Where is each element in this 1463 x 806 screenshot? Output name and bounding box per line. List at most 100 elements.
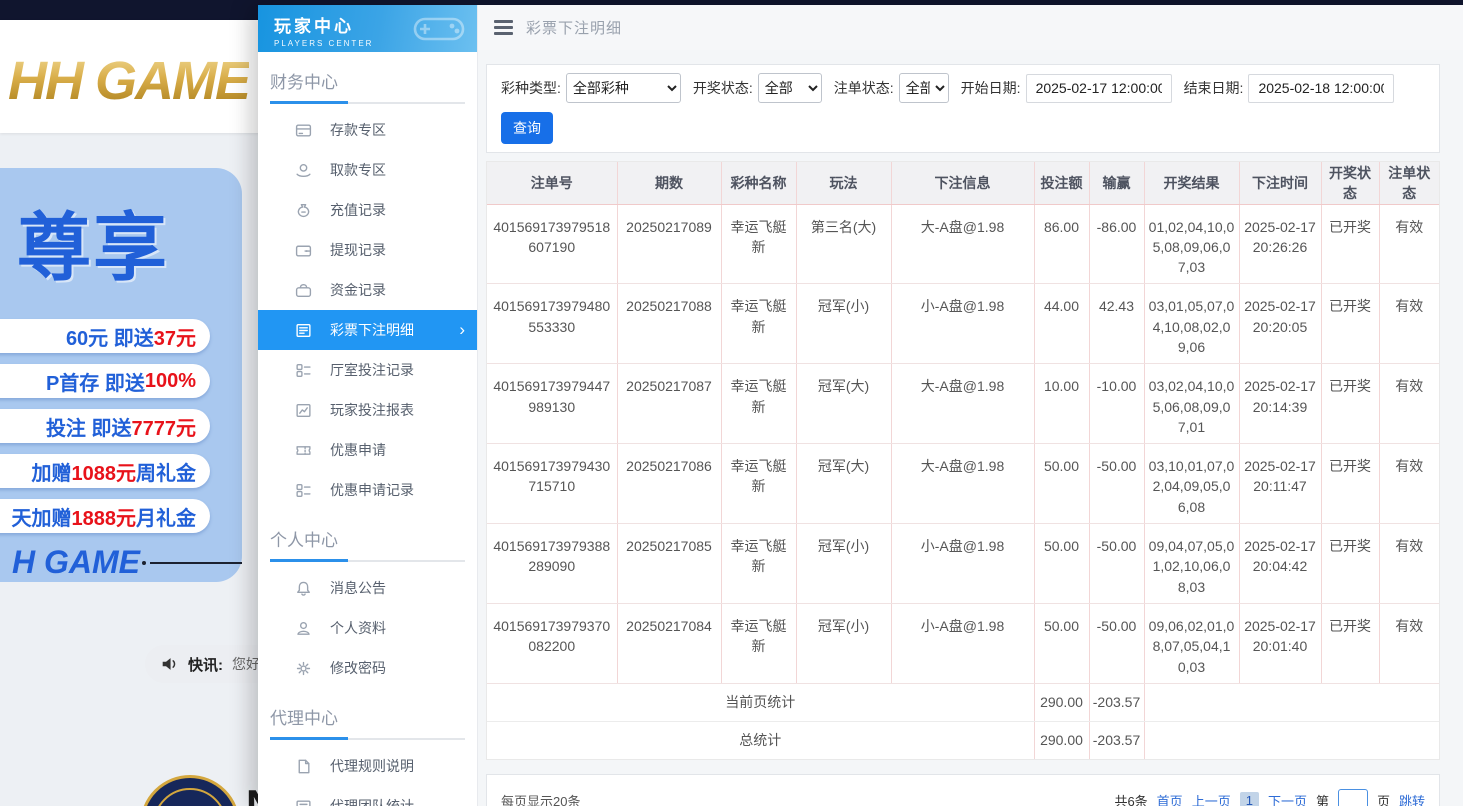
sidebar-item-messages[interactable]: 消息公告 [258,568,477,608]
table-cell: 有效 [1379,284,1439,364]
table-cell: 42.43 [1089,284,1144,364]
sidebar-item-player-bet-report[interactable]: 玩家投注报表 [258,390,477,430]
promo-pill-segment: 1888元 [72,502,137,531]
query-button[interactable]: 查询 [501,112,553,144]
page-size-text: 每页显示20条 [501,791,580,806]
site-badge-logo: ⚜ [140,775,240,806]
summary-row: 当前页统计290.00-203.57 [487,683,1439,721]
sidebar-item-label: 代理规则说明 [330,756,414,776]
table-cell: 401569173979430715710 [487,444,617,524]
section-underline [270,738,465,740]
gear-icon [295,660,312,677]
prev-page-link[interactable]: 上一页 [1192,791,1231,806]
sidebar-item-hall-bet-record[interactable]: 厅室投注记录 [258,350,477,390]
sidebar: 玩家中心 PLAYERS CENTER 财务中心存款专区取款专区充值记录提现记录… [258,5,478,806]
summary-empty-cell [1144,683,1439,721]
table-cell: 大-A盘@1.98 [891,364,1034,444]
pagination-bar: 每页显示20条 共6条 首页 上一页 1 下一页 第 页 跳转 [486,774,1440,806]
table-cell: 小-A盘@1.98 [891,524,1034,604]
column-header: 期数 [617,162,721,204]
sidebar-item-label: 资金记录 [330,280,386,300]
promo-pill-segment: 37元 [154,322,196,351]
table-cell: 401569173979447989130 [487,364,617,444]
sidebar-item-withdraw-zone[interactable]: 取款专区 [258,150,477,190]
table-cell: -50.00 [1089,444,1144,524]
table-row: 40156917397943071571020250217086幸运飞艇新冠军(… [487,444,1439,524]
sidebar-item-promo-apply[interactable]: 优惠申请 [258,430,477,470]
first-page-link[interactable]: 首页 [1157,791,1183,806]
promo-pill-segment: 1088元 [72,457,137,486]
promo-pill-segment: 7777元 [132,412,197,441]
lottery-type-select[interactable]: 全部彩种 [566,73,681,103]
column-header: 下注时间 [1239,162,1321,204]
jump-button[interactable]: 跳转 [1399,791,1425,806]
sidebar-item-label: 修改密码 [330,658,386,678]
sidebar-item-label: 个人资料 [330,618,386,638]
summary-empty-cell [1144,721,1439,759]
sidebar-item-lottery-bet-detail[interactable]: 彩票下注明细 › [258,310,477,350]
sidebar-item-agent-rules[interactable]: 代理规则说明 [258,746,477,786]
promo-footer-line [150,562,242,564]
column-header: 玩法 [796,162,891,204]
table-cell: -50.00 [1089,524,1144,604]
bell-icon [295,580,312,597]
filter-panel: 彩种类型: 全部彩种 开奖状态: 全部 注单状态: 全部 [486,64,1440,153]
table-cell: 2025-02-17 20:01:40 [1239,603,1321,683]
sidebar-item-agent-team-stats[interactable]: 代理团队统计 [258,786,477,806]
table-cell: 幸运飞艇新 [721,603,796,683]
table-cell: -86.00 [1089,204,1144,284]
sidebar-item-funds-record[interactable]: 资金记录 [258,270,477,310]
summary-winloss-total: -203.57 [1089,683,1144,721]
sidebar-item-withdraw-record[interactable]: 提现记录 [258,230,477,270]
report-chart-icon [295,402,312,419]
lottery-type-label: 彩种类型: [501,78,561,98]
chevron-right-icon: › [459,320,465,340]
menu-toggle-icon[interactable] [494,20,513,35]
sidebar-item-change-password[interactable]: 修改密码 [258,648,477,688]
column-header: 注单号 [487,162,617,204]
table-cell: 幸运飞艇新 [721,524,796,604]
players-center-panel: 玩家中心 PLAYERS CENTER 财务中心存款专区取款专区充值记录提现记录… [258,5,1463,806]
table-cell: 有效 [1379,603,1439,683]
sidebar-section-title: 个人中心 [270,526,465,560]
wallet-icon [295,242,312,259]
table-cell: 401569173979388289090 [487,524,617,604]
sidebar-item-label: 厅室投注记录 [330,360,414,380]
site-logo: HH GAME [8,50,249,112]
sidebar-item-promo-apply-record[interactable]: 优惠申请记录 [258,470,477,510]
sidebar-item-label: 彩票下注明细 [330,320,414,340]
draw-status-select[interactable]: 全部 [758,73,822,103]
promo-footer-logo: H GAME [12,544,140,581]
sidebar-item-deposit-zone[interactable]: 存款专区 [258,110,477,150]
list-book-icon [295,322,312,339]
table-cell: 09,06,02,01,08,07,05,04,10,03 [1144,603,1239,683]
table-cell: 已开奖 [1321,204,1379,284]
current-page-badge[interactable]: 1 [1240,792,1259,806]
table-cell: 大-A盘@1.98 [891,444,1034,524]
table-cell: -50.00 [1089,603,1144,683]
table-cell: 小-A盘@1.98 [891,603,1034,683]
table-cell: 幸运飞艇新 [721,444,796,524]
table-cell: 已开奖 [1321,603,1379,683]
start-date-input[interactable] [1026,74,1172,103]
table-cell: 幸运飞艇新 [721,364,796,444]
promo-pill: 投注 即送7777元 [0,409,210,443]
sidebar-item-recharge-record[interactable]: 充值记录 [258,190,477,230]
bet-status-select[interactable]: 全部 [899,73,949,103]
sidebar-item-label: 玩家投注报表 [330,400,414,420]
sidebar-item-profile[interactable]: 个人资料 [258,608,477,648]
end-date-input[interactable] [1248,74,1394,103]
promo-pill-segment: 60元 即送 [66,322,154,351]
promo-pill: 天加赠1888元月礼金 [0,499,210,533]
promo-pill: 60元 即送37元 [0,319,210,353]
money-bag-icon [295,202,312,219]
column-header: 输赢 [1089,162,1144,204]
promo-footer: H GAME [12,544,242,581]
hand-coin-icon [295,162,312,179]
promo-pill-segment: 投注 即送 [46,412,132,441]
list-grid-icon [295,362,312,379]
jump-page-input[interactable] [1338,789,1368,806]
sidebar-section-title: 财务中心 [270,68,465,102]
news-icon [295,798,312,806]
next-page-link[interactable]: 下一页 [1268,791,1307,806]
